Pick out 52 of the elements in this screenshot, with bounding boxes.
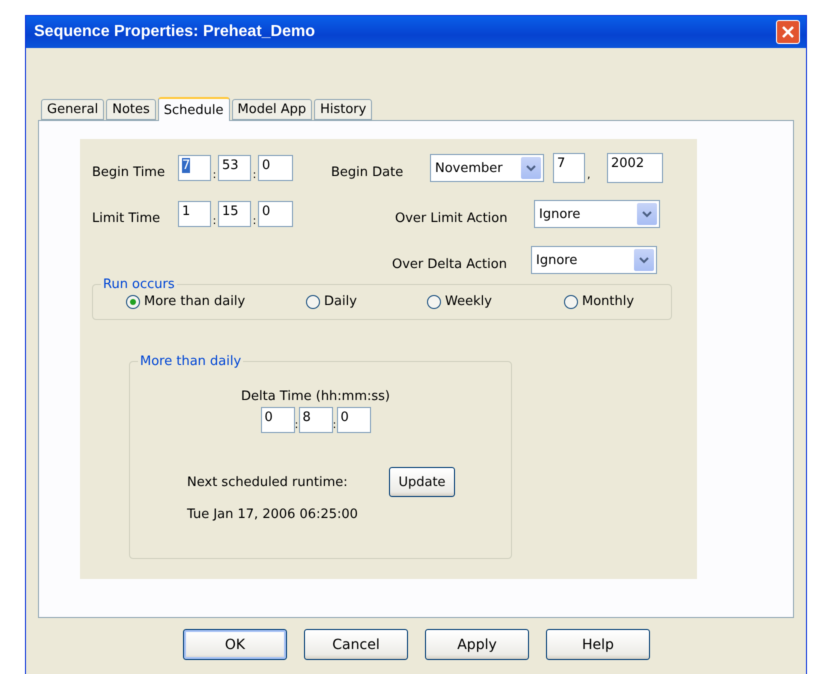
field-label: Over Delta Action bbox=[392, 256, 508, 272]
year-field[interactable]: 2002 bbox=[607, 153, 663, 183]
radio-icon[interactable] bbox=[126, 294, 140, 308]
update-button[interactable]: Update bbox=[389, 467, 455, 497]
field-label: Begin Time bbox=[92, 164, 166, 180]
radio-icon[interactable] bbox=[564, 294, 578, 308]
separator-text: , bbox=[586, 168, 592, 183]
delta-time-label: Delta Time (hh:mm:ss) bbox=[240, 389, 390, 404]
dialog-button[interactable]: Cancel bbox=[304, 629, 408, 660]
month-dropdown[interactable]: November bbox=[430, 154, 544, 182]
tab[interactable]: General bbox=[41, 99, 104, 120]
time-field[interactable]: 53 bbox=[218, 155, 251, 181]
separator-text: : bbox=[252, 214, 258, 229]
group-title: Run occurs bbox=[102, 277, 176, 292]
tab[interactable]: Notes bbox=[106, 99, 156, 120]
tab[interactable]: Schedule bbox=[158, 97, 230, 121]
radio-icon[interactable] bbox=[306, 294, 320, 308]
tab[interactable]: Model App bbox=[232, 99, 312, 120]
dialog-button[interactable]: OK bbox=[183, 629, 287, 660]
time-field[interactable]: 7 bbox=[178, 155, 211, 181]
dialog-button[interactable]: Help bbox=[546, 629, 650, 660]
time-field[interactable]: 0 bbox=[258, 155, 293, 181]
time-field[interactable]: 8 bbox=[298, 407, 332, 433]
radio-option[interactable]: More than daily bbox=[126, 294, 306, 309]
time-field[interactable]: 1 bbox=[178, 201, 211, 227]
window-title: Sequence Properties: Preheat_Demo bbox=[34, 23, 315, 41]
radio-option[interactable]: Monthly bbox=[564, 294, 644, 309]
separator-text: : bbox=[332, 418, 336, 433]
action-dropdown[interactable]: Ignore bbox=[531, 246, 657, 274]
field-label: Begin Date bbox=[331, 164, 404, 180]
group-title: More than daily bbox=[139, 354, 242, 369]
time-field[interactable]: 0 bbox=[260, 407, 294, 433]
separator-text: : bbox=[294, 418, 298, 433]
dialog-button[interactable]: Apply bbox=[425, 629, 529, 660]
time-field[interactable]: 0 bbox=[258, 201, 293, 227]
time-field[interactable]: 15 bbox=[218, 201, 251, 227]
tab[interactable]: History bbox=[314, 99, 372, 120]
action-dropdown[interactable]: Ignore bbox=[534, 200, 660, 228]
next-runtime-label: Next scheduled runtime: bbox=[187, 474, 349, 490]
close-button[interactable] bbox=[776, 20, 800, 44]
radio-option[interactable]: Weekly bbox=[427, 294, 564, 309]
separator-text: : bbox=[252, 168, 258, 183]
separator-text: : bbox=[212, 168, 218, 183]
day-field[interactable]: 7 bbox=[553, 153, 585, 183]
field-label: Over Limit Action bbox=[395, 210, 508, 226]
radio-icon[interactable] bbox=[427, 294, 441, 308]
next-runtime-value: Tue Jan 17, 2006 06:25:00 bbox=[187, 507, 358, 522]
field-label: Limit Time bbox=[92, 210, 162, 226]
separator-text: : bbox=[212, 214, 218, 229]
radio-option[interactable]: Daily bbox=[306, 294, 427, 309]
close-icon[interactable] bbox=[781, 25, 795, 39]
time-field[interactable]: 0 bbox=[336, 407, 370, 433]
